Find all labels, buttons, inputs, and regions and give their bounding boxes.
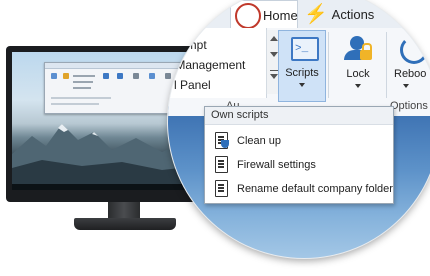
dropdown-header: Own scripts [205, 107, 393, 125]
script-icon [215, 156, 228, 173]
expand-list-icon[interactable] [270, 74, 278, 79]
divider [328, 32, 329, 98]
mini-app-window [44, 62, 184, 114]
reboot-icon [400, 36, 428, 64]
tools-list: rompt r Management l Panel [168, 28, 267, 98]
lock-button-label: Lock [346, 68, 370, 80]
scripts-button[interactable]: >_ Scripts [278, 30, 326, 102]
menu-item-firewall-settings[interactable]: Firewall settings [205, 153, 393, 177]
reboot-button-label: Reboo [394, 68, 427, 80]
menu-item-rename-default-company-folder[interactable]: Rename default company folder [205, 177, 393, 201]
scripts-dropdown-menu: Own scripts Clean up Firewall settings R… [204, 106, 394, 204]
reboot-button[interactable]: Reboo [392, 30, 430, 100]
chevron-down-icon [355, 84, 361, 88]
chevron-down-icon [403, 84, 409, 88]
scroll-up-icon[interactable] [270, 36, 278, 41]
scroll-down-icon[interactable] [270, 52, 278, 57]
monitor-base [74, 218, 176, 230]
group-label-right: Options [390, 100, 428, 112]
expand-line [270, 70, 278, 71]
home-logo-icon [235, 3, 261, 29]
console-icon: >_ [291, 37, 319, 61]
script-icon [215, 180, 228, 197]
tab-actions-label: Actions [331, 6, 375, 22]
tab-home[interactable]: Home [230, 0, 298, 29]
list-item[interactable]: rompt [176, 38, 207, 52]
menu-item-label: Firewall settings [237, 159, 316, 171]
list-item[interactable]: l Panel [174, 78, 211, 92]
menu-item-clean-up[interactable]: Clean up [205, 129, 393, 153]
magnifier-zoom: Home ⚡ Actions rompt r Management l Pane… [168, 0, 430, 258]
tab-actions[interactable]: ⚡ Actions [298, 0, 378, 28]
lightning-bolt-icon: ⚡ [304, 4, 328, 25]
chevron-down-icon [299, 83, 305, 87]
list-item[interactable]: r Management [168, 58, 245, 72]
menu-item-label: Clean up [237, 135, 282, 147]
menu-item-label: Rename default company folder [237, 183, 393, 195]
padlock-icon [360, 50, 372, 60]
lock-button[interactable]: Lock [336, 30, 380, 100]
tab-home-label: Home [263, 7, 298, 23]
divider [386, 32, 387, 98]
scripts-button-label: Scripts [285, 67, 319, 79]
